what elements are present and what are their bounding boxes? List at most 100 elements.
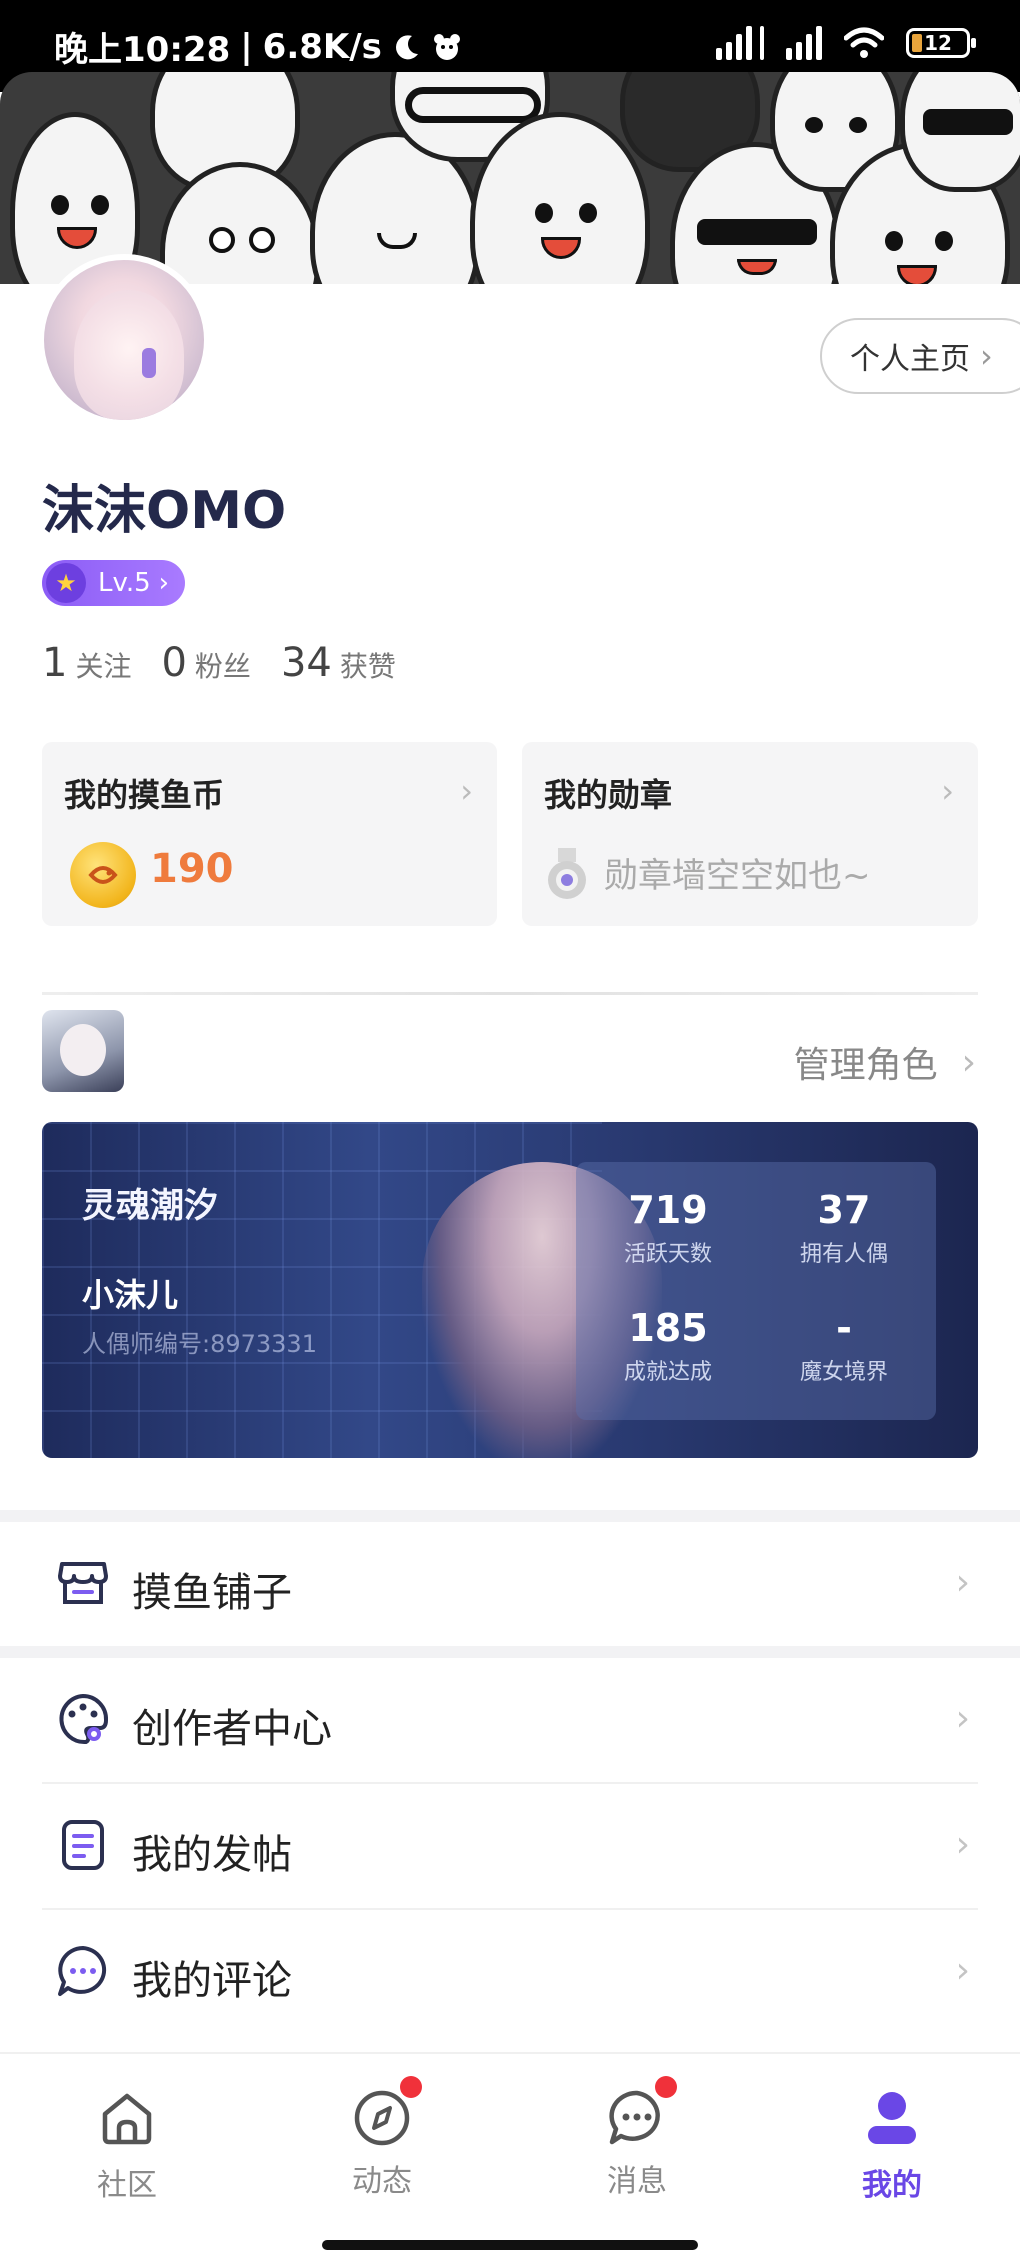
role-id: 人偶师编号:8973331 xyxy=(82,1330,317,1358)
fans-label: 粉丝 xyxy=(194,650,251,683)
tab-me-label: 我的 xyxy=(862,2168,922,2203)
chevron-right-icon: › xyxy=(955,1950,970,1991)
stat-likes[interactable]: 34 获赞 xyxy=(281,640,396,686)
home-indicator[interactable] xyxy=(322,2240,698,2250)
divider xyxy=(42,992,978,995)
bear-icon xyxy=(433,33,460,60)
status-time: 晚上10:28 xyxy=(54,30,231,70)
menu-creator-label: 创作者中心 xyxy=(132,1706,332,1752)
tab-feed[interactable]: 动态 xyxy=(302,2076,462,2200)
homepage-label: 个人主页 xyxy=(850,342,970,377)
role-name: 灵魂潮汐 xyxy=(82,1186,218,1226)
menu-my-posts[interactable]: 我的发帖 › xyxy=(0,1784,1020,1908)
medal-icon xyxy=(548,848,586,899)
battery-level: 12 xyxy=(924,31,952,55)
profile-banner[interactable] xyxy=(0,72,1020,284)
menu-shop-label: 摸鱼铺子 xyxy=(132,1570,292,1616)
tab-feed-label: 动态 xyxy=(352,2164,412,2199)
palette-icon xyxy=(59,1693,109,1745)
menu-shop[interactable]: 摸鱼铺子 › xyxy=(0,1522,1020,1646)
chevron-right-icon: › xyxy=(980,337,993,375)
home-icon xyxy=(102,2093,152,2145)
status-right: 12 xyxy=(716,26,976,60)
menu-my-comments[interactable]: 我的评论 › xyxy=(0,1910,1020,2034)
role-stat-realm: - 魔女境界 xyxy=(764,1306,924,1386)
manage-role-label: 管理角色 xyxy=(793,1045,938,1086)
star-icon: ★ xyxy=(46,563,86,603)
tab-community[interactable]: 社区 xyxy=(47,2088,207,2204)
chevron-right-icon: › xyxy=(961,1041,976,1083)
stat-following[interactable]: 1 关注 xyxy=(42,640,131,686)
likes-count: 34 xyxy=(280,640,332,686)
role-avatar[interactable] xyxy=(42,1010,124,1092)
stat-label: 活跃天数 xyxy=(623,1242,712,1267)
menu-comments-label: 我的评论 xyxy=(132,1958,292,2004)
role-stat-active-days: 719 活跃天数 xyxy=(588,1188,748,1268)
signal-icon xyxy=(716,26,764,60)
menu-creator-center[interactable]: 创作者中心 › xyxy=(0,1658,1020,1782)
chevron-right-icon: › xyxy=(955,1824,970,1865)
following-count: 1 xyxy=(42,640,68,686)
role-card[interactable]: 灵魂潮汐 小沫儿 人偶师编号:8973331 719 活跃天数 37 拥有人偶 … xyxy=(42,1122,978,1458)
manage-role-link[interactable]: 管理角色 › xyxy=(794,1036,976,1088)
role-nickname: 小沫儿 xyxy=(82,1276,179,1314)
coins-card[interactable]: 我的摸鱼币 › 190 xyxy=(42,742,497,926)
menu-posts-label: 我的发帖 xyxy=(132,1832,292,1878)
medals-card-title: 我的勋章 xyxy=(544,776,673,814)
moon-icon xyxy=(395,34,418,59)
comment-icon xyxy=(58,1946,107,1996)
coin-balance: 190 xyxy=(150,846,234,892)
chevron-right-icon: › xyxy=(158,568,170,598)
fans-count: 0 xyxy=(161,640,187,686)
tab-me[interactable]: 我的 xyxy=(812,2088,972,2204)
wifi-icon xyxy=(844,27,884,58)
chat-icon-wrap xyxy=(607,2076,677,2148)
chevron-right-icon: › xyxy=(941,772,954,810)
network-speed: 6.8K/s xyxy=(262,26,382,67)
stat-value: 37 xyxy=(817,1188,871,1232)
following-label: 关注 xyxy=(75,650,132,683)
shop-icon xyxy=(58,1562,108,1604)
tab-messages[interactable]: 消息 xyxy=(557,2076,717,2200)
chevron-right-icon: › xyxy=(955,1698,970,1739)
user-nickname: 沫沫OMO xyxy=(42,481,287,541)
chevron-right-icon: › xyxy=(460,772,473,810)
document-icon xyxy=(62,1820,104,1870)
stat-label: 成就达成 xyxy=(623,1360,712,1385)
compass-icon xyxy=(354,2090,410,2146)
level-text: Lv.5 xyxy=(98,568,151,598)
role-stat-dolls: 37 拥有人偶 xyxy=(764,1188,924,1268)
personal-homepage-button[interactable]: 个人主页 › xyxy=(820,318,1020,394)
level-badge[interactable]: ★ Lv.5 › xyxy=(42,560,186,606)
fish-coin-icon xyxy=(70,842,136,908)
status-separator: | xyxy=(240,26,253,67)
user-avatar[interactable] xyxy=(38,254,210,426)
medals-card[interactable]: 我的勋章 › 勋章墙空空如也~ xyxy=(522,742,978,926)
tab-messages-label: 消息 xyxy=(607,2164,667,2199)
chat-icon xyxy=(609,2090,660,2145)
battery-icon: 12 xyxy=(906,28,976,58)
role-stat-achievements: 185 成就达成 xyxy=(588,1306,748,1386)
person-icon xyxy=(868,2092,916,2144)
bottom-tab-bar: 社区 动态 消息 我的 xyxy=(0,2052,1020,2267)
stat-value: 185 xyxy=(628,1306,708,1350)
section-gap xyxy=(0,1510,1020,1522)
likes-label: 获赞 xyxy=(339,650,396,683)
signal-icon xyxy=(786,26,822,60)
coins-card-title: 我的摸鱼币 xyxy=(64,776,225,814)
chevron-right-icon: › xyxy=(955,1562,970,1603)
medals-empty-text: 勋章墙空空如也~ xyxy=(604,856,871,896)
status-left: 晚上10:28 | 6.8K/s xyxy=(54,22,462,71)
stat-fans[interactable]: 0 粉丝 xyxy=(161,640,250,686)
stat-label: 拥有人偶 xyxy=(799,1242,888,1267)
stat-value: 719 xyxy=(628,1188,708,1232)
notification-dot xyxy=(400,2076,422,2098)
role-stats-panel: 719 活跃天数 37 拥有人偶 185 成就达成 - 魔女境界 xyxy=(576,1162,936,1420)
stat-value: - xyxy=(836,1306,852,1350)
tab-community-label: 社区 xyxy=(97,2168,157,2203)
notification-dot xyxy=(655,2076,677,2098)
compass-icon-wrap xyxy=(352,2076,422,2148)
stat-label: 魔女境界 xyxy=(799,1360,888,1385)
section-gap xyxy=(0,1646,1020,1658)
ghost-illustration xyxy=(900,72,1020,192)
